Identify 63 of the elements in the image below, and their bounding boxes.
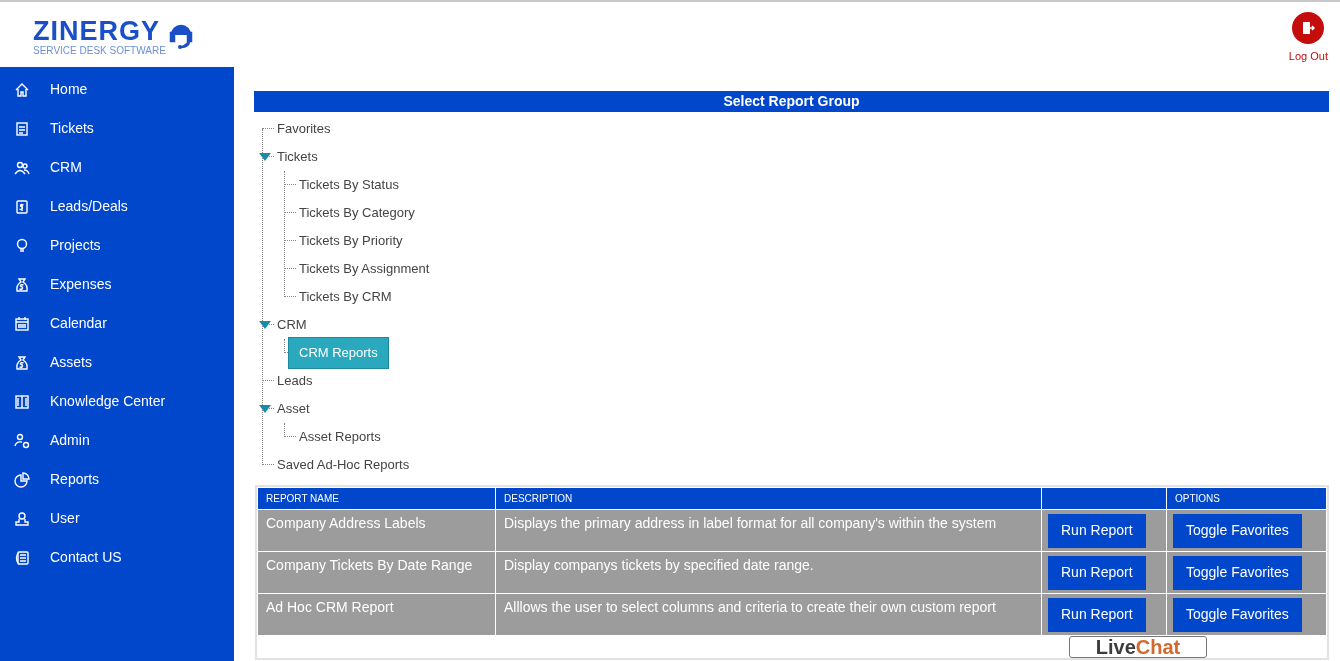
money-bag-icon — [14, 354, 30, 371]
sidebar-item[interactable]: Expenses — [0, 265, 234, 304]
live-chat-badge[interactable]: LiveChat — [1069, 636, 1207, 658]
tree-item[interactable]: Tickets By Category — [299, 203, 415, 223]
exit-door-icon — [1301, 21, 1316, 35]
sidebar-item[interactable]: Reports — [0, 460, 234, 499]
tree-item[interactable]: Favorites — [277, 119, 331, 139]
money-document-icon — [14, 198, 30, 215]
people-icon — [14, 159, 30, 176]
sidebar-item[interactable]: Home — [0, 70, 234, 109]
tree-item[interactable]: Saved Ad-Hoc Reports — [277, 455, 410, 475]
sidebar-item[interactable]: Knowledge Center — [0, 382, 234, 421]
description-cell: Alllows the user to select columns and criteria to create their own custom report — [496, 594, 1041, 635]
tree-item[interactable]: Tickets — [277, 147, 318, 167]
tree-item[interactable]: Tickets By CRM — [299, 287, 392, 307]
column-header: DESCRIPTION — [496, 488, 1041, 509]
tree-item[interactable]: Leads — [277, 371, 313, 391]
toggle-favorites-button[interactable]: Toggle Favorites — [1173, 555, 1302, 590]
run-report-button[interactable]: Run Report — [1048, 513, 1146, 548]
column-header: REPORT NAME — [258, 488, 495, 509]
logo-wordmark: ZINERGY — [33, 18, 161, 45]
calendar-icon — [14, 315, 30, 332]
description-cell: Displays the primary address in label format for all company's within the system — [496, 510, 1041, 551]
sidebar-item[interactable]: Leads/Deals — [0, 187, 234, 226]
user-icon — [14, 510, 30, 527]
sidebar-item[interactable]: Calendar — [0, 304, 234, 343]
book-icon — [14, 393, 30, 410]
expand-arrow-icon[interactable] — [259, 321, 271, 329]
sidebar-item[interactable]: Admin — [0, 421, 234, 460]
phone-icon — [14, 549, 30, 566]
home-icon — [14, 81, 30, 98]
run-report-button[interactable]: Run Report — [1048, 555, 1146, 590]
tree-item[interactable]: Tickets By Assignment — [299, 259, 430, 279]
tree-item[interactable]: Asset — [277, 399, 310, 419]
toggle-favorites-button[interactable]: Toggle Favorites — [1173, 597, 1302, 632]
logout-label[interactable]: Log Out — [1288, 48, 1328, 65]
description-cell: Display companys tickets by specified date range. — [496, 552, 1041, 593]
sidebar-item[interactable]: Projects — [0, 226, 234, 265]
sidebar-item[interactable]: CRM — [0, 148, 234, 187]
tree-item[interactable]: CRM — [277, 315, 307, 335]
sidebar-item[interactable]: User — [0, 499, 234, 538]
report-name-cell: Company Tickets By Date Range — [258, 552, 495, 593]
tree-item[interactable]: Tickets By Status — [299, 175, 399, 195]
column-header: OPTIONS — [1167, 488, 1326, 509]
sidebar-item[interactable]: Assets — [0, 343, 234, 382]
toggle-favorites-button[interactable]: Toggle Favorites — [1173, 513, 1302, 548]
tree-item[interactable]: Tickets By Priority — [299, 231, 403, 251]
tree-item[interactable]: Asset Reports — [299, 427, 381, 447]
report-name-cell: Company Address Labels — [258, 510, 495, 551]
clipboard-icon — [14, 120, 30, 137]
sidebar-item[interactable]: Tickets — [0, 109, 234, 148]
money-bag-icon — [14, 276, 30, 293]
report-name-cell: Ad Hoc CRM Report — [258, 594, 495, 635]
run-report-button[interactable]: Run Report — [1048, 597, 1146, 632]
pie-chart-icon — [14, 471, 30, 488]
user-check-icon — [14, 432, 30, 449]
lightbulb-icon — [14, 237, 30, 254]
expand-arrow-icon[interactable] — [259, 153, 271, 161]
section-title-bar: Select Report Group — [254, 91, 1329, 112]
logout-button[interactable] — [1292, 12, 1325, 44]
logo-tagline: SERVICE DESK SOFTWARE — [33, 45, 166, 57]
sidebar-item[interactable]: Contact US — [0, 538, 234, 577]
expand-arrow-icon[interactable] — [259, 405, 271, 413]
